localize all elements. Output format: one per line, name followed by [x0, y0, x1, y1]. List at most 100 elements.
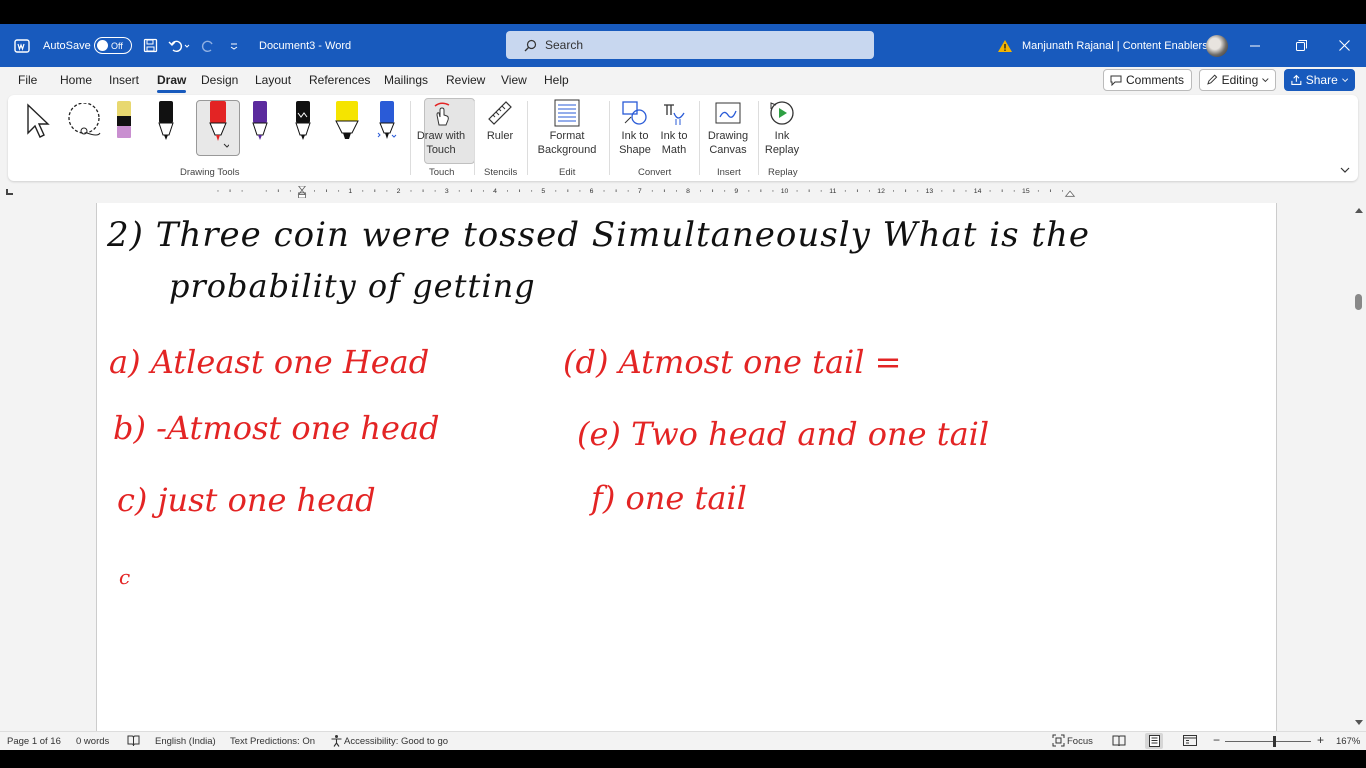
- restore-button[interactable]: [1296, 24, 1307, 67]
- ruler-icon: [488, 101, 512, 125]
- ink-option-a: a) Atleast one Head: [109, 343, 430, 381]
- document-title: Document3 - Word: [259, 39, 352, 52]
- text-predictions-status[interactable]: Text Predictions: On: [230, 736, 315, 747]
- scroll-down-icon[interactable]: [1354, 719, 1364, 727]
- avatar[interactable]: [1206, 24, 1228, 67]
- ruler-tick: [217, 190, 219, 192]
- ink-question-line-2: probability of getting: [169, 267, 536, 305]
- ruler-button[interactable]: Ruler: [478, 95, 522, 165]
- ruler-tick: [579, 190, 581, 192]
- share-button[interactable]: Share: [1284, 69, 1355, 91]
- ruler-tick: [458, 190, 460, 192]
- undo-icon[interactable]: [168, 24, 190, 67]
- pencil-tool-icon[interactable]: [114, 99, 134, 146]
- web-layout-icon[interactable]: [1183, 734, 1197, 750]
- ruler-number: 6: [590, 188, 594, 195]
- ruler-number: 5: [541, 188, 545, 195]
- print-layout-icon[interactable]: [1145, 733, 1163, 749]
- ink-to-math-button[interactable]: Ink to Math: [655, 95, 693, 165]
- ink-replay-label-1: Ink: [774, 130, 790, 142]
- draw-with-touch-button[interactable]: Draw with Touch: [414, 97, 468, 167]
- page-count[interactable]: Page 1 of 16: [7, 736, 61, 747]
- language-status[interactable]: English (India): [155, 736, 216, 747]
- ruler-tick: [386, 190, 388, 192]
- focus-label[interactable]: Focus: [1067, 736, 1093, 747]
- autosave-label: AutoSave: [43, 39, 91, 52]
- draw-with-touch-label-1: Draw with: [416, 130, 466, 142]
- ruler-corner-tab[interactable]: [6, 189, 13, 195]
- tab-home[interactable]: Home: [60, 73, 92, 87]
- ruler-tick: [374, 189, 376, 192]
- ruler-tick: [338, 190, 340, 192]
- comments-label: Comments: [1126, 73, 1185, 87]
- tab-references[interactable]: References: [309, 73, 370, 87]
- format-background-button[interactable]: Format Background: [530, 95, 604, 165]
- minimize-button[interactable]: [1250, 24, 1260, 67]
- tab-insert[interactable]: Insert: [109, 73, 139, 87]
- tab-mailings[interactable]: Mailings: [384, 73, 428, 87]
- close-button[interactable]: [1339, 24, 1350, 67]
- zoom-slider-thumb[interactable]: [1273, 736, 1276, 747]
- tab-view[interactable]: View: [501, 73, 527, 87]
- ruler-tick: [1037, 190, 1039, 192]
- tab-file[interactable]: File: [18, 73, 37, 87]
- focus-icon[interactable]: [1052, 734, 1065, 750]
- ruler-tick: [989, 190, 991, 192]
- comments-button[interactable]: Comments: [1103, 69, 1192, 91]
- redo-icon[interactable]: [201, 24, 217, 67]
- ink-to-shape-label-1: Ink to: [621, 130, 649, 142]
- purple-pen-icon[interactable]: [250, 99, 270, 146]
- red-pen-icon[interactable]: [207, 99, 231, 156]
- ruler-tick: [482, 190, 484, 192]
- save-icon[interactable]: [143, 24, 158, 67]
- drawing-canvas-label-1: Drawing: [707, 130, 749, 142]
- tab-review[interactable]: Review: [446, 73, 485, 87]
- editing-button[interactable]: Editing: [1199, 69, 1276, 91]
- vertical-scrollbar[interactable]: [1352, 203, 1366, 731]
- user-name[interactable]: Manjunath Rajanal | Content Enablers: [1022, 24, 1208, 67]
- ink-to-shape-button[interactable]: Ink to Shape: [616, 95, 654, 165]
- tab-design[interactable]: Design: [201, 73, 238, 87]
- group-separator: [758, 101, 759, 175]
- ink-question-line-1: 2) Three coin were tossed Simultaneously…: [107, 215, 1091, 255]
- ruler-number: 4: [493, 188, 497, 195]
- black-pen-icon[interactable]: [156, 99, 176, 146]
- zoom-out-button[interactable]: −: [1213, 733, 1220, 747]
- blue-galaxy-pen-icon[interactable]: [377, 99, 397, 146]
- zoom-level[interactable]: 167%: [1336, 736, 1360, 747]
- customize-toolbar-icon[interactable]: [230, 24, 238, 67]
- ruler-tick: [953, 189, 955, 192]
- select-arrow-icon[interactable]: [24, 103, 52, 144]
- ruler-tick: [905, 189, 907, 192]
- yellow-highlighter-icon[interactable]: [334, 99, 360, 146]
- read-mode-icon[interactable]: [1112, 734, 1126, 750]
- tab-layout[interactable]: Layout: [255, 73, 291, 87]
- drawing-canvas-button[interactable]: Drawing Canvas: [704, 95, 752, 165]
- ink-to-math-icon: [664, 104, 685, 125]
- scroll-thumb[interactable]: [1355, 294, 1362, 310]
- ruler-tick: [470, 189, 472, 192]
- word-count[interactable]: 0 words: [76, 736, 109, 747]
- tab-help[interactable]: Help: [544, 73, 569, 87]
- warning-icon[interactable]: [997, 24, 1013, 67]
- zoom-slider-track[interactable]: [1225, 741, 1311, 742]
- black-galaxy-pen-icon[interactable]: [293, 99, 313, 146]
- ruler-tick: [1049, 189, 1051, 192]
- ruler-tick: [627, 190, 629, 192]
- editing-label: Editing: [1221, 73, 1259, 87]
- lasso-select-icon[interactable]: [64, 102, 104, 144]
- scroll-up-icon[interactable]: [1354, 206, 1364, 214]
- search-input[interactable]: Search: [506, 31, 874, 59]
- accessibility-status[interactable]: Accessibility: Good to go: [344, 736, 448, 747]
- document-page[interactable]: 2) Three coin were tossed Simultaneously…: [96, 203, 1277, 731]
- collapse-ribbon-icon[interactable]: [1340, 161, 1350, 179]
- search-icon: [524, 39, 537, 51]
- autosave-toggle[interactable]: Off: [94, 24, 132, 67]
- accessibility-icon[interactable]: [330, 734, 343, 750]
- ink-replay-button[interactable]: Ink Replay: [760, 95, 804, 165]
- tab-draw[interactable]: Draw: [157, 73, 187, 93]
- horizontal-ruler[interactable]: 1 2 3 4 5 6 7 8 9 10 11 12 13 14 15: [96, 186, 1276, 198]
- zoom-in-button[interactable]: +: [1317, 733, 1324, 747]
- proofing-icon[interactable]: [127, 734, 140, 750]
- group-separator: [609, 101, 610, 175]
